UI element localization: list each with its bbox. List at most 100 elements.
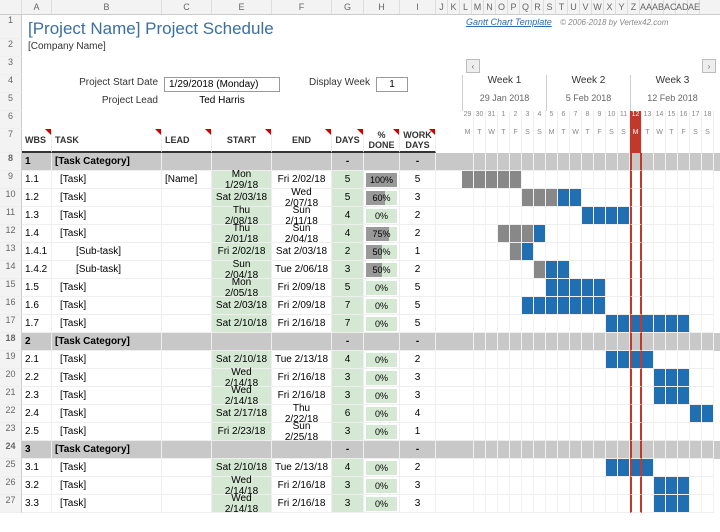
wbs-cell[interactable]: 1.2 (22, 189, 52, 207)
lead-cell[interactable]: [Name] (162, 171, 212, 189)
work-cell[interactable]: 1 (400, 243, 436, 261)
pct-cell[interactable]: 0% (364, 279, 400, 297)
task-cell[interactable]: [Task] (52, 369, 162, 387)
days-cell[interactable]: 3 (332, 495, 364, 513)
start-cell[interactable]: Sat 2/10/18 (212, 315, 272, 333)
wbs-cell[interactable]: 3.1 (22, 459, 52, 477)
col-header[interactable]: K (448, 0, 460, 14)
days-cell[interactable]: 5 (332, 171, 364, 189)
col-header[interactable]: U (568, 0, 580, 14)
work-cell[interactable]: 2 (400, 225, 436, 243)
wbs-cell[interactable]: 3.2 (22, 477, 52, 495)
wbs-cell[interactable]: 2.4 (22, 405, 52, 423)
end-cell[interactable]: Tue 2/13/18 (272, 351, 332, 369)
template-link[interactable]: Gantt Chart Template (466, 17, 552, 27)
col-header[interactable]: H (364, 0, 400, 14)
end-cell[interactable]: Sun 2/04/18 (272, 225, 332, 243)
pct-cell[interactable]: 0% (364, 495, 400, 513)
task-cell[interactable]: [Sub-task] (52, 243, 162, 261)
work-cell[interactable]: 5 (400, 315, 436, 333)
lead-cell[interactable] (162, 477, 212, 495)
wbs-cell[interactable]: 1.4.1 (22, 243, 52, 261)
row-header[interactable]: 8 (0, 153, 22, 171)
start-cell[interactable]: Fri 2/23/18 (212, 423, 272, 441)
col-header[interactable]: S (544, 0, 556, 14)
col-header[interactable]: AA (640, 0, 652, 14)
task-cell[interactable]: [Task] (52, 279, 162, 297)
pct-cell[interactable]: 100% (364, 171, 400, 189)
row-header[interactable]: 2 (0, 39, 22, 57)
start-date-value[interactable]: 1/29/2018 (Monday) (162, 75, 282, 93)
col-header[interactable]: Z (628, 0, 640, 14)
task-cell[interactable]: [Task] (52, 171, 162, 189)
column-header-end[interactable]: END (272, 129, 332, 153)
row-header[interactable]: 3 (0, 57, 22, 75)
wbs-cell[interactable]: 2 (22, 333, 52, 351)
col-header[interactable]: C (162, 0, 212, 14)
start-cell[interactable]: Wed 2/14/18 (212, 495, 272, 513)
pct-cell[interactable]: 0% (364, 477, 400, 495)
task-cell[interactable]: [Sub-task] (52, 261, 162, 279)
wbs-cell[interactable]: 2.3 (22, 387, 52, 405)
days-cell[interactable]: - (332, 441, 364, 459)
row-header[interactable]: 10 (0, 189, 22, 207)
pct-cell[interactable]: 75% (364, 225, 400, 243)
row-header[interactable]: 22 (0, 405, 22, 423)
column-header-days[interactable]: DAYS (332, 129, 364, 153)
pct-cell[interactable]: 50% (364, 261, 400, 279)
task-cell[interactable]: [Task] (52, 477, 162, 495)
lead-cell[interactable] (162, 459, 212, 477)
pct-cell[interactable]: 60% (364, 189, 400, 207)
row-header[interactable]: 13 (0, 243, 22, 261)
work-cell[interactable]: 5 (400, 297, 436, 315)
work-cell[interactable]: 4 (400, 405, 436, 423)
lead-cell[interactable] (162, 423, 212, 441)
row-header[interactable]: 21 (0, 387, 22, 405)
work-cell[interactable]: 3 (400, 477, 436, 495)
column-header-task[interactable]: TASK (52, 129, 162, 153)
work-cell[interactable]: 3 (400, 495, 436, 513)
col-header[interactable]: A (22, 0, 52, 14)
task-cell[interactable]: [Task] (52, 495, 162, 513)
wbs-cell[interactable]: 1.4 (22, 225, 52, 243)
wbs-cell[interactable]: 2.1 (22, 351, 52, 369)
days-cell[interactable]: 3 (332, 477, 364, 495)
col-header[interactable]: E (212, 0, 272, 14)
task-cell[interactable]: [Task] (52, 297, 162, 315)
col-header[interactable]: Q (520, 0, 532, 14)
row-header[interactable]: 16 (0, 297, 22, 315)
start-cell[interactable]: Mon 2/05/18 (212, 279, 272, 297)
row-header[interactable]: 19 (0, 351, 22, 369)
lead-cell[interactable] (162, 351, 212, 369)
lead-cell[interactable] (162, 387, 212, 405)
start-cell[interactable]: Mon 1/29/18 (212, 171, 272, 189)
col-header[interactable]: F (272, 0, 332, 14)
col-header[interactable]: J (436, 0, 448, 14)
task-cell[interactable]: [Task Category] (52, 441, 162, 459)
row-header[interactable]: 1 (0, 15, 22, 39)
task-cell[interactable]: [Task] (52, 351, 162, 369)
end-cell[interactable]: Sat 2/03/18 (272, 243, 332, 261)
days-cell[interactable]: 2 (332, 243, 364, 261)
wbs-cell[interactable]: 2.2 (22, 369, 52, 387)
row-header[interactable]: 5 (0, 93, 22, 111)
end-cell[interactable]: Fri 2/16/18 (272, 477, 332, 495)
work-cell[interactable]: 5 (400, 171, 436, 189)
end-cell[interactable]: Fri 2/16/18 (272, 315, 332, 333)
work-cell[interactable]: 3 (400, 369, 436, 387)
end-cell[interactable]: Fri 2/16/18 (272, 495, 332, 513)
column-header-workdays[interactable]: WORKDAYS (400, 129, 436, 153)
row-header[interactable]: 23 (0, 423, 22, 441)
work-cell[interactable]: - (400, 153, 436, 171)
wbs-cell[interactable]: 1 (22, 153, 52, 171)
pct-cell[interactable]: 0% (364, 315, 400, 333)
col-header[interactable]: G (332, 0, 364, 14)
column-headers[interactable]: ABCEFGHIJKLMNOPQRSTUVWXYZAAABACADAE (0, 0, 720, 15)
wbs-cell[interactable]: 3.3 (22, 495, 52, 513)
pct-cell[interactable]: 0% (364, 387, 400, 405)
task-cell[interactable]: [Task] (52, 387, 162, 405)
start-cell[interactable]: Wed 2/14/18 (212, 387, 272, 405)
lead-cell[interactable] (162, 189, 212, 207)
wbs-cell[interactable]: 1.5 (22, 279, 52, 297)
start-cell[interactable]: Sat 2/17/18 (212, 405, 272, 423)
